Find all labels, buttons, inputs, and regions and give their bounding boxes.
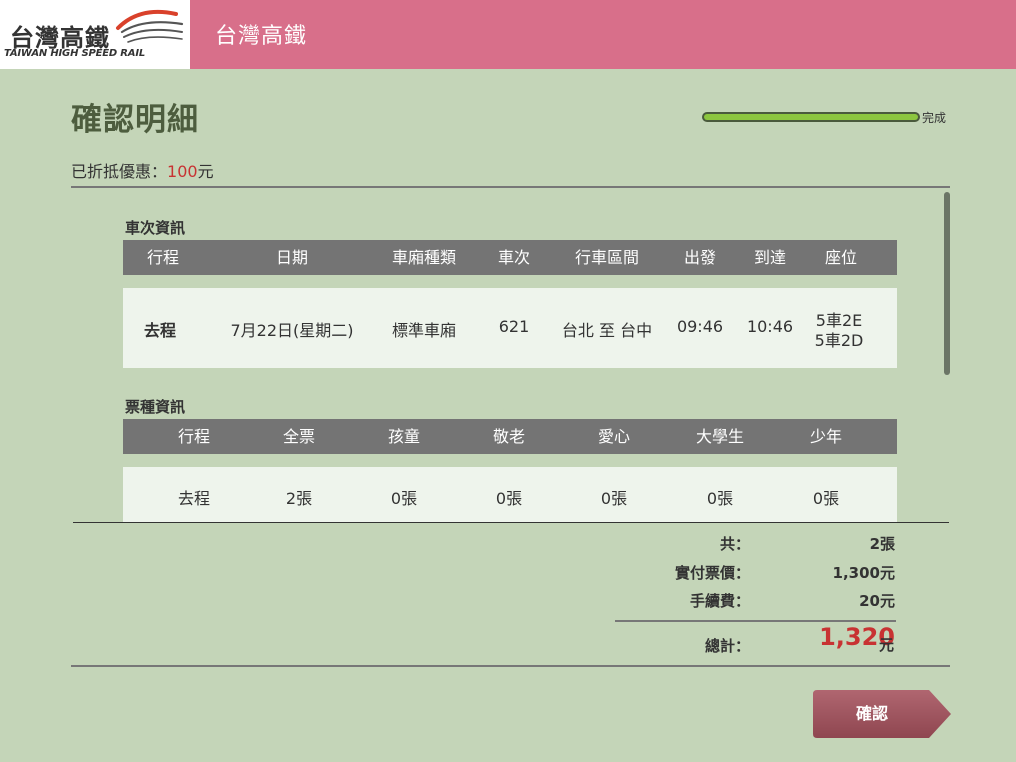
ticket-disabled-count: 0張 — [600, 489, 628, 508]
col-header-trip: 行程 — [146, 248, 180, 267]
total-unit: 元 — [879, 636, 895, 654]
discount-unit: 元 — [197, 162, 214, 181]
ticket-youth-count: 0張 — [812, 489, 840, 508]
train-car-type: 標準車廂 — [391, 321, 457, 340]
ticket-college-count: 0張 — [706, 489, 734, 508]
col-header-college: 大學生 — [695, 427, 745, 446]
ticket-table-header: 行程 全票 孩童 敬老 愛心 大學生 少年 — [123, 419, 897, 454]
progress-bar — [702, 112, 920, 122]
header-title: 台灣高鐵 — [215, 24, 308, 49]
col-header-child: 孩童 — [387, 427, 421, 446]
ticket-senior-count: 0張 — [495, 489, 523, 508]
train-route: 台北 至 台中 — [561, 321, 653, 340]
col-header-youth: 少年 — [809, 427, 843, 446]
count-value: 2張 — [869, 535, 895, 553]
col-header-trip: 行程 — [177, 427, 211, 446]
fee-label: 手續費： — [689, 592, 750, 610]
col-header-adult: 全票 — [282, 427, 316, 446]
top-header: 台灣高鐵 TAIWAN HIGH SPEED RAIL 台灣高鐵 — [0, 0, 1016, 69]
col-header-date: 日期 — [275, 248, 309, 267]
train-info-title: 車次資訊 — [125, 219, 186, 237]
page-title: 確認明細 — [71, 102, 199, 138]
logo-swoosh-icon — [116, 9, 184, 43]
train-table-row: 去程 7月22日(星期二) 標準車廂 621 台北 至 台中 09:46 10:… — [123, 288, 897, 368]
ticket-trip: 去程 — [177, 489, 211, 508]
logo[interactable]: 台灣高鐵 TAIWAN HIGH SPEED RAIL — [0, 0, 190, 69]
confirm-button[interactable]: 確認 — [813, 690, 951, 738]
ticket-info-title: 票種資訊 — [125, 398, 186, 416]
confirm-button-label: 確認 — [855, 704, 888, 723]
col-header-seat: 座位 — [824, 248, 858, 267]
train-date: 7月22日(星期二) — [230, 321, 354, 340]
train-seat-2: 5車2D — [814, 331, 864, 350]
col-header-car-type: 車廂種類 — [391, 248, 457, 267]
col-header-arrive: 到達 — [753, 248, 787, 267]
train-depart-time: 09:46 — [676, 317, 724, 336]
train-arrive-time: 10:46 — [746, 317, 794, 336]
divider-middle — [73, 522, 949, 523]
logo-text-en: TAIWAN HIGH SPEED RAIL — [4, 48, 146, 59]
discount-amount: 100 — [167, 162, 198, 181]
col-header-disabled: 愛心 — [597, 427, 631, 446]
progress-fill — [704, 114, 918, 120]
col-header-senior: 敬老 — [492, 427, 526, 446]
price-value: 1,300元 — [832, 564, 895, 582]
price-label: 實付票價： — [674, 564, 750, 582]
divider-top — [71, 186, 950, 188]
train-table-header: 行程 日期 車廂種類 車次 行車區間 出發 到達 座位 — [123, 240, 897, 275]
count-label: 共： — [719, 535, 750, 553]
divider-bottom — [71, 665, 950, 667]
ticket-table-row: 去程 2張 0張 0張 0張 0張 0張 — [123, 467, 897, 522]
col-header-train-no: 車次 — [497, 248, 531, 267]
train-number: 621 — [498, 317, 530, 336]
total-label: 總計： — [704, 637, 750, 655]
fee-value: 20元 — [859, 592, 895, 610]
ticket-child-count: 0張 — [390, 489, 418, 508]
col-header-route: 行車區間 — [574, 248, 640, 267]
ticket-adult-count: 2張 — [285, 489, 313, 508]
discount-label: 已折抵優惠： — [71, 162, 168, 181]
divider-summary — [615, 620, 896, 622]
discount-line: 已折抵優惠：100元 — [71, 158, 214, 182]
scrollbar[interactable] — [944, 192, 950, 375]
details-scroll-area[interactable]: 車次資訊 行程 日期 車廂種類 車次 行車區間 出發 到達 座位 去程 7月22… — [72, 189, 950, 522]
train-trip: 去程 — [143, 321, 177, 340]
col-header-depart: 出發 — [683, 248, 717, 267]
progress-label: 完成 — [922, 111, 947, 125]
